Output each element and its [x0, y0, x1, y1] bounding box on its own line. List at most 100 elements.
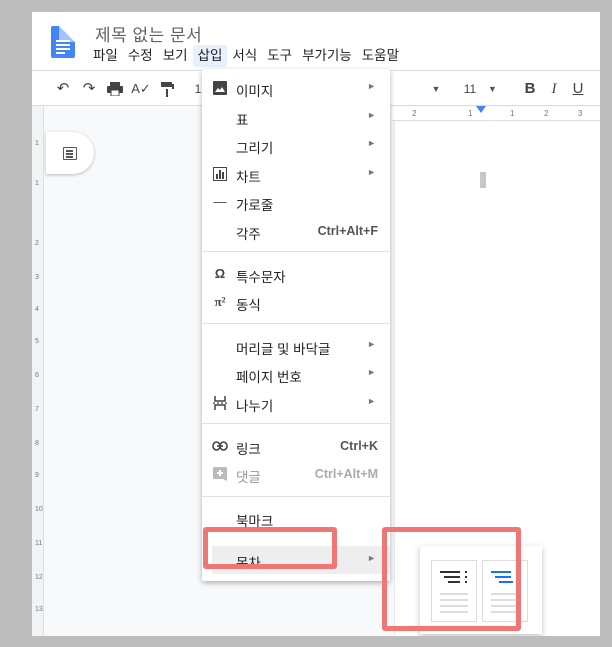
menu-item-link[interactable]: 링크 Ctrl+K — [202, 433, 390, 459]
annotation-highlight-toc — [203, 527, 337, 569]
ruler-tick: 3 — [578, 109, 583, 118]
menu-item-label: 표 — [236, 113, 249, 128]
ruler-tick: 5 — [35, 338, 39, 345]
menu-item-label: 각주 — [236, 227, 261, 242]
menu-divider — [202, 423, 390, 424]
submenu-arrow-icon: ► — [367, 339, 376, 349]
ruler-tick: 2 — [35, 240, 39, 247]
ruler-tick: 3 — [35, 274, 39, 281]
menu-item-label: 머리글 및 바닥글 — [236, 342, 331, 357]
ruler-tick: 6 — [35, 372, 39, 379]
ruler-tick: 9 — [35, 472, 39, 479]
ruler-tick: 7 — [35, 406, 39, 413]
horizontal-line-icon: — — [213, 194, 227, 209]
redo-icon[interactable]: ↷ — [78, 78, 100, 100]
menu-help[interactable]: 도움말 — [357, 45, 404, 67]
annotation-highlight-toc-submenu — [382, 527, 521, 631]
ruler-tick: 2 — [544, 109, 549, 118]
omega-icon: Ω — [214, 266, 226, 281]
menu-item-label: 이미지 — [236, 84, 274, 99]
vertical-ruler[interactable]: 1 1 2 3 4 5 6 7 8 9 10 11 12 13 — [32, 106, 44, 636]
menu-item-horizontal-line[interactable]: — 가로줄 — [202, 189, 390, 215]
menu-divider — [202, 323, 390, 324]
submenu-arrow-icon: ► — [367, 138, 376, 148]
ruler-tick: 4 — [35, 306, 39, 313]
font-dropdown-arrow-icon[interactable]: ▼ — [430, 78, 442, 100]
menu-item-comment: 댓글 Ctrl+Alt+M — [202, 461, 390, 487]
shortcut-hint: Ctrl+Alt+M — [314, 467, 378, 481]
pi-icon: π² — [214, 294, 226, 309]
submenu-arrow-icon: ► — [367, 367, 376, 377]
horizontal-ruler[interactable]: 2 1 1 2 3 — [392, 106, 600, 121]
menu-item-label: 가로줄 — [236, 198, 274, 213]
menu-item-page-numbers[interactable]: 페이지 번호 ► — [202, 361, 390, 387]
menu-item-image[interactable]: 이미지 ► — [202, 75, 390, 101]
ruler-tick: 8 — [35, 440, 39, 447]
menu-item-label: 동식 — [236, 298, 261, 313]
italic-button[interactable]: I — [544, 78, 564, 100]
page-break-icon — [212, 395, 228, 411]
spellcheck-icon[interactable]: A✓ — [130, 78, 152, 100]
menu-item-label: 댓글 — [236, 470, 261, 485]
indent-marker-icon[interactable] — [476, 106, 486, 113]
menu-insert[interactable]: 삽입 — [192, 45, 228, 67]
app-header: 제목 없는 문서 파일 수정 보기 삽입 서식 도구 부가기능 도움말 — [32, 12, 600, 70]
submenu-arrow-icon: ► — [367, 167, 376, 177]
submenu-arrow-icon: ► — [367, 553, 376, 563]
outline-icon — [63, 147, 77, 160]
menu-item-label: 특수문자 — [236, 270, 286, 285]
menu-item-label: 그리기 — [236, 141, 274, 156]
ruler-tick: 1 — [468, 109, 473, 118]
submenu-arrow-icon: ► — [367, 396, 376, 406]
ruler-tick: 2 — [412, 109, 417, 118]
menu-item-equation[interactable]: π² 동식 — [202, 289, 390, 315]
ruler-tick: 12 — [35, 574, 43, 581]
menu-item-chart[interactable]: 차트 ► — [202, 161, 390, 187]
document-outline-button[interactable] — [46, 132, 94, 174]
submenu-arrow-icon: ► — [367, 81, 376, 91]
menu-divider — [202, 496, 390, 497]
menu-bar: 파일 수정 보기 삽입 서식 도구 부가기능 도움말 — [88, 45, 404, 67]
ruler-tick: 13 — [35, 606, 43, 613]
comment-add-icon — [212, 466, 228, 482]
menu-item-label: 차트 — [236, 170, 261, 185]
ruler-tick: 11 — [35, 540, 43, 547]
menu-item-label: 링크 — [236, 442, 261, 457]
menu-item-special-characters[interactable]: Ω 특수문자 — [202, 261, 390, 287]
print-icon[interactable] — [104, 78, 126, 100]
ruler-tick: 1 — [35, 180, 39, 187]
text-cursor — [480, 172, 486, 188]
menu-addons[interactable]: 부가기능 — [297, 45, 357, 67]
font-size-select[interactable]: 11 — [460, 78, 480, 100]
menu-item-break[interactable]: 나누기 ► — [202, 390, 390, 416]
image-icon — [212, 80, 228, 96]
menu-file[interactable]: 파일 — [88, 45, 123, 67]
undo-icon[interactable]: ↶ — [52, 78, 74, 100]
link-icon — [212, 438, 228, 454]
menu-edit[interactable]: 수정 — [123, 45, 158, 67]
menu-item-label: 페이지 번호 — [236, 370, 302, 385]
font-size-arrow-icon[interactable]: ▼ — [488, 78, 497, 100]
menu-divider — [202, 251, 390, 252]
menu-format[interactable]: 서식 — [227, 45, 262, 67]
menu-view[interactable]: 보기 — [158, 45, 193, 67]
menu-item-header-footer[interactable]: 머리글 및 바닥글 ► — [202, 333, 390, 359]
menu-item-drawing[interactable]: 그리기 ► — [202, 132, 390, 158]
insert-menu: 이미지 ► 표 ► 그리기 ► 차트 ► — 가로줄 각주 Ctrl+Alt+F — [202, 69, 390, 581]
underline-button[interactable]: U — [568, 78, 588, 100]
paint-format-icon[interactable] — [156, 78, 178, 100]
ruler-tick: 1 — [35, 140, 39, 147]
ruler-tick: 1 — [510, 109, 515, 118]
menu-item-table[interactable]: 표 ► — [202, 104, 390, 130]
document-title[interactable]: 제목 없는 문서 — [95, 21, 202, 46]
chart-icon — [212, 166, 228, 182]
menu-item-footnote[interactable]: 각주 Ctrl+Alt+F — [202, 218, 390, 244]
docs-logo-icon[interactable] — [51, 26, 75, 58]
shortcut-hint: Ctrl+K — [340, 439, 378, 453]
menu-tools[interactable]: 도구 — [262, 45, 297, 67]
shortcut-hint: Ctrl+Alt+F — [317, 224, 378, 238]
bold-button[interactable]: B — [520, 78, 540, 100]
ruler-tick: 10 — [35, 506, 43, 513]
menu-item-label: 나누기 — [236, 399, 274, 414]
submenu-arrow-icon: ► — [367, 110, 376, 120]
